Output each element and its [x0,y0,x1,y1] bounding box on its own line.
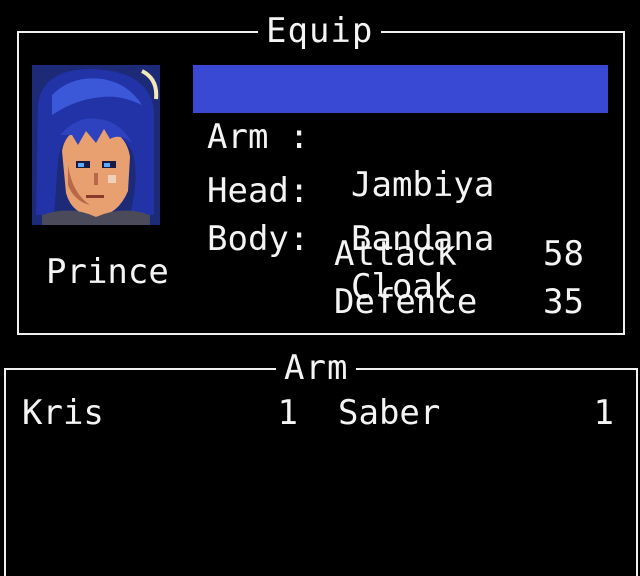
stat-value: 35 [543,282,584,322]
item-name: Saber [338,393,441,433]
stat-label: Defence [334,282,478,322]
stat-label: Attack [334,234,457,274]
equip-slot-body[interactable]: Body: Cloak [193,167,608,307]
inventory-panel-title: Arm [276,351,357,385]
item-name: Kris [22,393,104,433]
equip-slot-head[interactable]: Head: Bandana [193,119,608,259]
character-name: Prince [46,252,169,292]
character-portrait [32,65,160,225]
stat-value: 58 [543,234,584,274]
slot-label: Body: [207,219,310,259]
equip-panel-title: Equip [258,14,382,48]
item-quantity: 1 [277,393,298,433]
item-quantity: 1 [593,393,614,433]
equip-slot-arm[interactable]: Arm : Jambiya [193,65,608,205]
